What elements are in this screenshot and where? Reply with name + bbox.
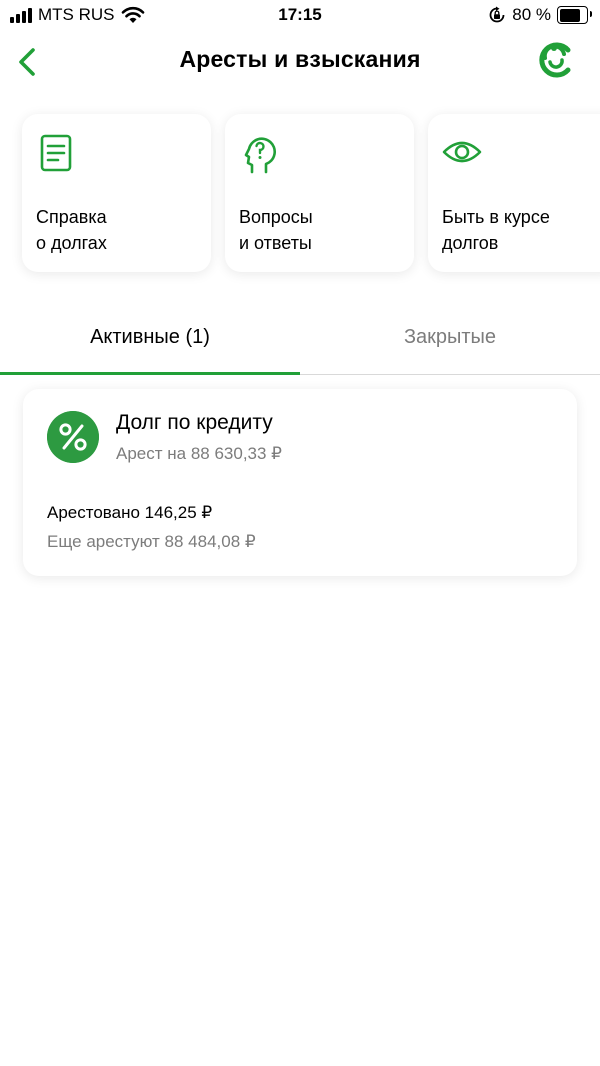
tab-active[interactable]: Активные (1) — [0, 300, 300, 374]
quick-action-debt-certificate[interactable]: Справка о долгах — [22, 114, 211, 272]
status-bar: MTS RUS 17:15 80 % — [0, 0, 600, 32]
quick-actions: Справка о долгах Вопросы и ответы Быть в… — [22, 114, 600, 272]
nav-bar: Аресты и взыскания — [0, 36, 600, 86]
percent-icon — [47, 411, 99, 463]
quick-action-label: Справка о долгах — [36, 207, 107, 253]
sber-logo-icon[interactable] — [534, 40, 574, 80]
rotation-lock-icon — [489, 6, 505, 23]
debt-remaining-amount: Еще арестуют 88 484,08 ₽ — [47, 532, 256, 551]
quick-action-stay-informed[interactable]: Быть в курсе долгов — [428, 114, 600, 272]
debt-card[interactable]: Долг по кредиту Арест на 88 630,33 ₽ Аре… — [23, 389, 577, 576]
debt-arrest-amount: Арест на 88 630,33 ₽ — [116, 444, 282, 463]
battery-fill — [559, 8, 581, 22]
battery-percent: 80 % — [512, 5, 551, 24]
status-right: 80 % — [488, 5, 592, 25]
tab-indicator — [0, 372, 300, 375]
question-head-icon — [244, 137, 276, 174]
page-title: Аресты и взыскания — [179, 46, 421, 72]
quick-action-label: Быть в курсе долгов — [442, 207, 550, 253]
debt-arrested-amount: Арестовано 146,25 ₽ — [47, 503, 213, 522]
eye-icon — [442, 141, 482, 163]
tab-bar: Активные (1) Закрытые — [0, 300, 600, 376]
battery-tip — [589, 11, 592, 17]
quick-action-faq[interactable]: Вопросы и ответы — [225, 114, 414, 272]
document-icon — [40, 134, 72, 172]
tab-closed[interactable]: Закрытые — [300, 300, 600, 374]
debt-title: Долг по кредиту — [116, 411, 273, 434]
battery-icon — [557, 6, 592, 24]
quick-action-label: Вопросы и ответы — [239, 207, 313, 253]
